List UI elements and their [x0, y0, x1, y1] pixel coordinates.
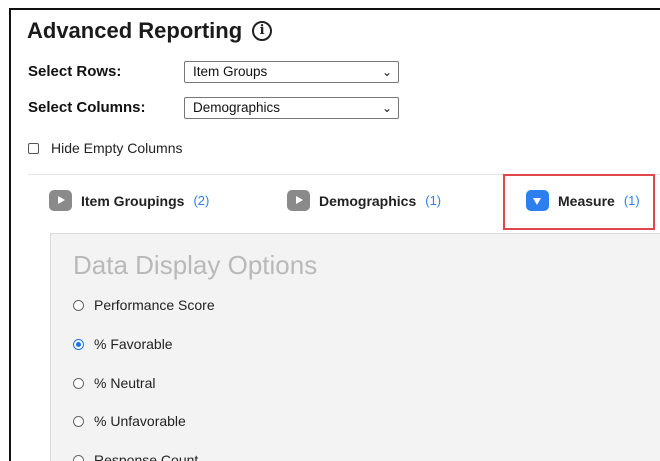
select-rows-label: Select Rows:	[28, 63, 122, 80]
play-icon	[49, 190, 72, 211]
chevron-down-icon: ⌄	[381, 65, 392, 79]
option-percent-favorable[interactable]: % Favorable	[73, 336, 173, 352]
chevron-down-icon: ⌄	[381, 101, 392, 115]
select-rows-dropdown[interactable]: Item Groups ⌄	[184, 61, 399, 83]
tab-measure-label: Measure	[558, 192, 615, 209]
option-label: % Unfavorable	[94, 413, 186, 429]
advanced-reporting-window: Advanced Reporting i Select Rows: Item G…	[9, 8, 660, 461]
tab-item-groupings[interactable]: Item Groupings (2)	[49, 190, 209, 211]
chevron-down-icon	[526, 190, 549, 211]
tab-measure[interactable]: Measure (1)	[526, 190, 640, 211]
tab-item-groupings-label: Item Groupings	[81, 192, 185, 209]
option-percent-neutral[interactable]: % Neutral	[73, 375, 155, 391]
radio-button[interactable]	[73, 454, 84, 461]
radio-button[interactable]	[73, 415, 84, 427]
radio-button-selected[interactable]	[73, 338, 84, 350]
page-title-text: Advanced Reporting	[27, 18, 243, 43]
select-rows-value: Item Groups	[193, 64, 268, 79]
select-columns-value: Demographics	[193, 100, 281, 115]
select-columns-label: Select Columns:	[28, 99, 146, 116]
hide-empty-columns-option[interactable]: Hide Empty Columns	[28, 140, 183, 156]
option-response-count[interactable]: Response Count	[73, 452, 198, 461]
tab-demographics-count: (1)	[425, 193, 442, 208]
hide-empty-columns-checkbox[interactable]	[28, 142, 39, 154]
radio-button[interactable]	[73, 377, 84, 389]
tab-measure-count: (1)	[623, 193, 640, 208]
info-icon[interactable]: i	[252, 21, 273, 41]
option-percent-unfavorable[interactable]: % Unfavorable	[73, 413, 186, 429]
select-columns-dropdown[interactable]: Demographics ⌄	[184, 97, 399, 119]
option-label: % Neutral	[94, 375, 156, 391]
page-title: Advanced Reporting i	[27, 18, 273, 44]
option-performance-score[interactable]: Performance Score	[73, 297, 215, 313]
tab-demographics-label: Demographics	[319, 192, 417, 209]
option-label: Performance Score	[94, 297, 215, 313]
radio-button[interactable]	[73, 299, 84, 311]
data-display-options-panel: Data Display Options Performance Score %…	[50, 233, 660, 461]
option-label: % Favorable	[94, 336, 173, 352]
hide-empty-columns-label: Hide Empty Columns	[51, 140, 183, 156]
tab-item-groupings-count: (2)	[193, 193, 210, 208]
panel-title: Data Display Options	[73, 250, 318, 280]
option-label: Response Count	[94, 452, 199, 461]
tab-demographics[interactable]: Demographics (1)	[287, 190, 441, 211]
play-icon	[287, 190, 310, 211]
